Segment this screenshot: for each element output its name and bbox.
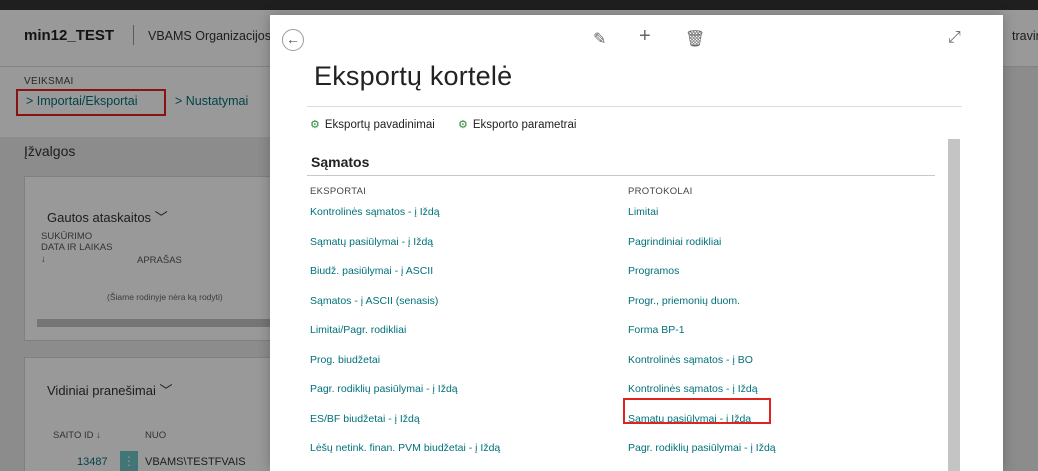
- export-link[interactable]: ES/BF biudžetai - į Iždą: [310, 413, 420, 425]
- expand-icon[interactable]: ⤢: [948, 29, 961, 47]
- col-id: SAITO ID ↓: [53, 430, 101, 441]
- protocol-link[interactable]: Forma BP-1: [628, 324, 685, 336]
- actions-heading: VEIKSMAI: [24, 76, 74, 87]
- messages-card-title[interactable]: Vidiniai pranešimai ﹀: [47, 380, 173, 399]
- export-link[interactable]: Pagr. rodiklių pasiūlymai - į Iždą: [310, 383, 458, 395]
- export-link[interactable]: Limitai/Pagr. rodikliai: [310, 324, 406, 336]
- company-subtitle: VBAMS Organizacijos: [148, 29, 271, 43]
- export-link[interactable]: Prog. biudžetai: [310, 354, 380, 366]
- row-menu-icon[interactable]: ⋮: [120, 451, 138, 471]
- row-from: VBAMS\TESTFVAIS: [145, 456, 246, 468]
- empty-message: (Šiame rodinyje nėra ką rodyti): [107, 292, 223, 302]
- dialog-title: Eksportų kortelė: [314, 61, 513, 91]
- exports-heading: EKSPORTAI: [310, 186, 367, 197]
- protocol-link[interactable]: Pagr. rodiklių pasiūlymai - į Iždą: [628, 442, 776, 454]
- header-separator: [133, 25, 134, 45]
- back-arrow-icon[interactable]: ←: [282, 29, 304, 51]
- protocol-link[interactable]: Progr., priemonių duom.: [628, 295, 740, 307]
- export-params-action[interactable]: ⚙ Eksporto parametrai: [458, 118, 576, 131]
- gears-icon: ⚙: [458, 119, 468, 131]
- export-link[interactable]: Biudž. pasiūlymai - į ASCII: [310, 265, 433, 277]
- protocol-link[interactable]: Kontrolinės sąmatos - į Iždą: [628, 383, 758, 395]
- delete-icon[interactable]: 🗑: [685, 29, 705, 49]
- title-divider: [307, 106, 962, 107]
- export-link[interactable]: Kontrolinės sąmatos - į Iždą: [310, 206, 440, 218]
- col-description: APRAŠAS: [137, 255, 182, 266]
- add-icon[interactable]: +: [639, 25, 651, 48]
- messages-card: Vidiniai pranešimai ﹀ SAITO ID ↓ NUO 134…: [24, 357, 284, 471]
- export-link[interactable]: Sąmatos - į ASCII (senasis): [310, 295, 438, 307]
- col-created-1: SUKŪRIMO: [41, 231, 93, 242]
- highlight-estimate-proposals: [623, 398, 771, 424]
- export-link[interactable]: Sąmatų pasiūlymai - į Iždą: [310, 236, 433, 248]
- protocol-link[interactable]: Pagrindiniai rodikliai: [628, 236, 721, 248]
- col-created-2: DATA IR LAIKAS: [41, 242, 113, 253]
- row-id-link[interactable]: 13487: [77, 456, 108, 468]
- protocols-heading: PROTOKOLAI: [628, 186, 693, 197]
- vertical-scrollbar[interactable]: [948, 139, 960, 471]
- highlight-import-export: [16, 89, 166, 116]
- protocol-link[interactable]: Limitai: [628, 206, 658, 218]
- header-clipped-text: travir: [1012, 29, 1038, 43]
- export-card-dialog: ← ✎ + 🗑 ⤢ Eksportų kortelė ⚙ Eksportų pav…: [270, 15, 1003, 471]
- action-settings[interactable]: > Nustatymai: [175, 94, 248, 108]
- protocol-link[interactable]: Kontrolinės sąmatos - į BO: [628, 354, 753, 366]
- reports-card: Gautos ataskaitos ﹀ SUKŪRIMO DATA IR LAI…: [24, 176, 284, 341]
- actions-panel: VEIKSMAI > Importai/Eksportai > Nustatym…: [0, 67, 300, 137]
- gears-icon: ⚙: [310, 119, 320, 131]
- edit-icon[interactable]: ✎: [593, 29, 606, 49]
- section-divider: [307, 175, 935, 176]
- company-name[interactable]: min12_TEST: [24, 27, 114, 44]
- sort-arrow-icon: ↓: [41, 254, 46, 265]
- chevron-down-icon: ﹀: [159, 383, 173, 398]
- chevron-down-icon: ﹀: [154, 210, 168, 225]
- export-names-action[interactable]: ⚙ Eksportų pavadinimai: [310, 118, 435, 131]
- insights-title: Įžvalgos: [24, 143, 76, 159]
- export-link[interactable]: Lėšų netink. finan. PVM biudžetai - į Iž…: [310, 442, 500, 454]
- section-title[interactable]: Sąmatos: [311, 154, 369, 170]
- top-bar: [0, 0, 1038, 10]
- protocol-link[interactable]: Programos: [628, 265, 679, 277]
- horizontal-scrollbar[interactable]: [37, 319, 277, 327]
- reports-card-title[interactable]: Gautos ataskaitos ﹀: [47, 207, 168, 226]
- col-from: NUO: [145, 430, 167, 441]
